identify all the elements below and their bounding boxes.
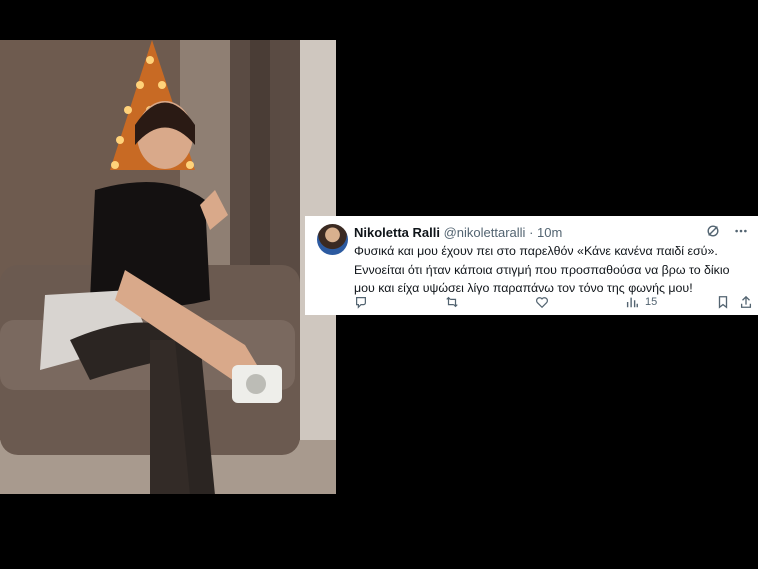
- share-icon: [740, 295, 752, 308]
- tweet-header: Nikoletta Ralli @nikolettaralli · 10m: [354, 225, 562, 240]
- tweet-card[interactable]: Nikoletta Ralli @nikolettaralli · 10m Φυ…: [305, 216, 758, 315]
- timestamp[interactable]: 10m: [537, 225, 562, 240]
- views-button[interactable]: 15: [625, 295, 657, 309]
- retweet-button[interactable]: [445, 295, 459, 309]
- bookmark-icon: [718, 296, 728, 309]
- like-button[interactable]: [535, 295, 549, 309]
- separator: ·: [529, 225, 534, 240]
- more-options-icon[interactable]: [734, 224, 748, 238]
- analytics-icon: [626, 297, 638, 308]
- reply-icon: [356, 297, 366, 309]
- tweet-actions: 15: [354, 295, 752, 311]
- bookmark-button[interactable]: [716, 295, 730, 309]
- views-count: 15: [645, 296, 658, 308]
- woman-photo: [0, 40, 336, 494]
- share-button[interactable]: [739, 295, 753, 309]
- grok-icon[interactable]: [706, 224, 720, 238]
- avatar[interactable]: [317, 224, 348, 255]
- display-name[interactable]: Nikoletta Ralli: [354, 225, 440, 240]
- tweet-photo: [0, 40, 336, 494]
- user-handle[interactable]: @nikolettaralli: [444, 225, 526, 240]
- tweet-top-actions: [706, 224, 748, 238]
- heart-icon: [536, 297, 548, 309]
- tweet-text: Φυσικά και μου έχουν πει στο παρελθόν «Κ…: [354, 244, 730, 295]
- retweet-icon: [446, 296, 458, 308]
- reply-button[interactable]: [354, 295, 368, 309]
